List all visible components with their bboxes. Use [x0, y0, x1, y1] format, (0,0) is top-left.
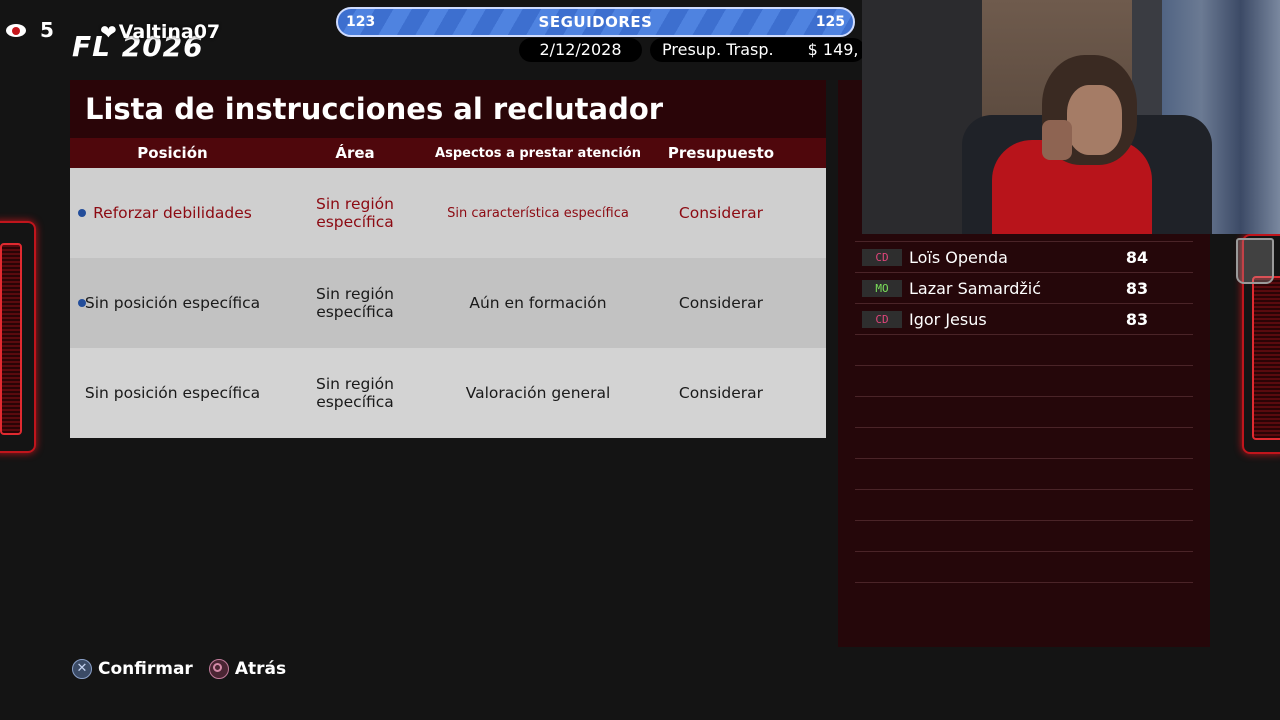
table-header: Posición Área Aspectos a prestar atenció… — [70, 138, 826, 168]
player-row[interactable]: CD Igor Jesus 83 — [855, 303, 1193, 334]
row-aspect: Aún en formación — [469, 294, 607, 312]
player-name: Lazar Samardžić — [909, 278, 1042, 298]
column-header-area: Área — [335, 144, 375, 162]
active-bullet-icon — [78, 209, 86, 217]
empty-row — [855, 334, 1193, 365]
player-name: Igor Jesus — [909, 309, 987, 329]
player-rating: 83 — [1125, 309, 1149, 329]
row-area: Sin región específica — [316, 375, 394, 411]
circle-button-icon — [208, 659, 229, 679]
budget-value: $ 149, — [807, 40, 859, 59]
row-aspect: Sin característica específica — [447, 205, 629, 221]
empty-row — [855, 365, 1193, 396]
player-position: CD — [862, 310, 902, 328]
active-bullet-icon — [78, 299, 86, 307]
player-position: CD — [862, 248, 902, 266]
empty-row — [855, 396, 1193, 427]
transfer-budget: Presup. Trasp. $ 149, — [650, 38, 865, 62]
row-budget: Considerar — [678, 204, 764, 222]
empty-row — [855, 520, 1193, 551]
webcam-feed — [862, 0, 1280, 234]
scout-instructions-panel: Lista de instrucciones al reclutador Pos… — [70, 80, 826, 438]
row-area: Sin región específica — [316, 195, 394, 231]
game-date: 2/12/2028 — [519, 38, 642, 62]
viewer-counter: 5 — [6, 18, 54, 42]
column-header-position: Posición — [137, 144, 208, 162]
player-name: Loïs Openda — [909, 247, 1008, 267]
page-title: Lista de instrucciones al reclutador — [70, 80, 826, 138]
button-prompts: ✕ Confirmar Atrás — [72, 659, 302, 679]
player-rating: 84 — [1125, 247, 1149, 267]
confirm-button[interactable]: ✕ Confirmar — [72, 659, 193, 679]
eye-icon — [6, 23, 26, 37]
follower-name: Valtina07 — [118, 21, 221, 43]
player-position: MO — [862, 279, 902, 297]
player-list: CD Loïs Openda 84 MO Lazar Samardžić 83 … — [855, 241, 1193, 613]
empty-row — [855, 582, 1193, 613]
player-row[interactable]: MO Lazar Samardžić 83 — [855, 272, 1193, 303]
row-position: Sin posición específica — [84, 294, 261, 312]
instruction-row[interactable]: Sin posición específica Sin región espec… — [70, 348, 826, 438]
row-aspect: Valoración general — [465, 384, 611, 402]
empty-row — [855, 427, 1193, 458]
empty-row — [855, 458, 1193, 489]
empty-row — [855, 489, 1193, 520]
player-row[interactable]: CD Loïs Openda 84 — [855, 241, 1193, 272]
column-header-budget: Presupuesto — [667, 144, 775, 162]
cross-button-icon: ✕ — [72, 659, 92, 679]
left-decorative-frame — [0, 221, 36, 453]
budget-label: Presup. Trasp. — [662, 40, 774, 59]
back-button[interactable]: Atrás — [208, 659, 287, 679]
glass-icon — [1236, 238, 1274, 284]
back-label: Atrás — [234, 659, 287, 679]
column-header-aspects: Aspectos a prestar atención — [435, 145, 641, 161]
row-budget: Considerar — [678, 384, 764, 402]
confirm-label: Confirmar — [98, 659, 193, 679]
player-rating: 83 — [1125, 278, 1149, 298]
row-budget: Considerar — [678, 294, 764, 312]
row-area: Sin región específica — [316, 285, 394, 321]
followers-progress-bar: 123 SEGUIDORES 125 — [336, 7, 855, 37]
instruction-row[interactable]: Reforzar debilidades Sin región específi… — [70, 168, 826, 258]
heart-icon: ❤ — [100, 20, 117, 44]
instruction-row[interactable]: Sin posición específica Sin región espec… — [70, 258, 826, 348]
viewer-count: 5 — [40, 18, 54, 42]
row-position: Sin posición específica — [84, 384, 261, 402]
followers-label: SEGUIDORES — [538, 13, 653, 31]
empty-row — [855, 551, 1193, 582]
new-follower-alert: ❤ Valtina07 — [100, 20, 220, 44]
row-position: Reforzar debilidades — [93, 204, 252, 222]
